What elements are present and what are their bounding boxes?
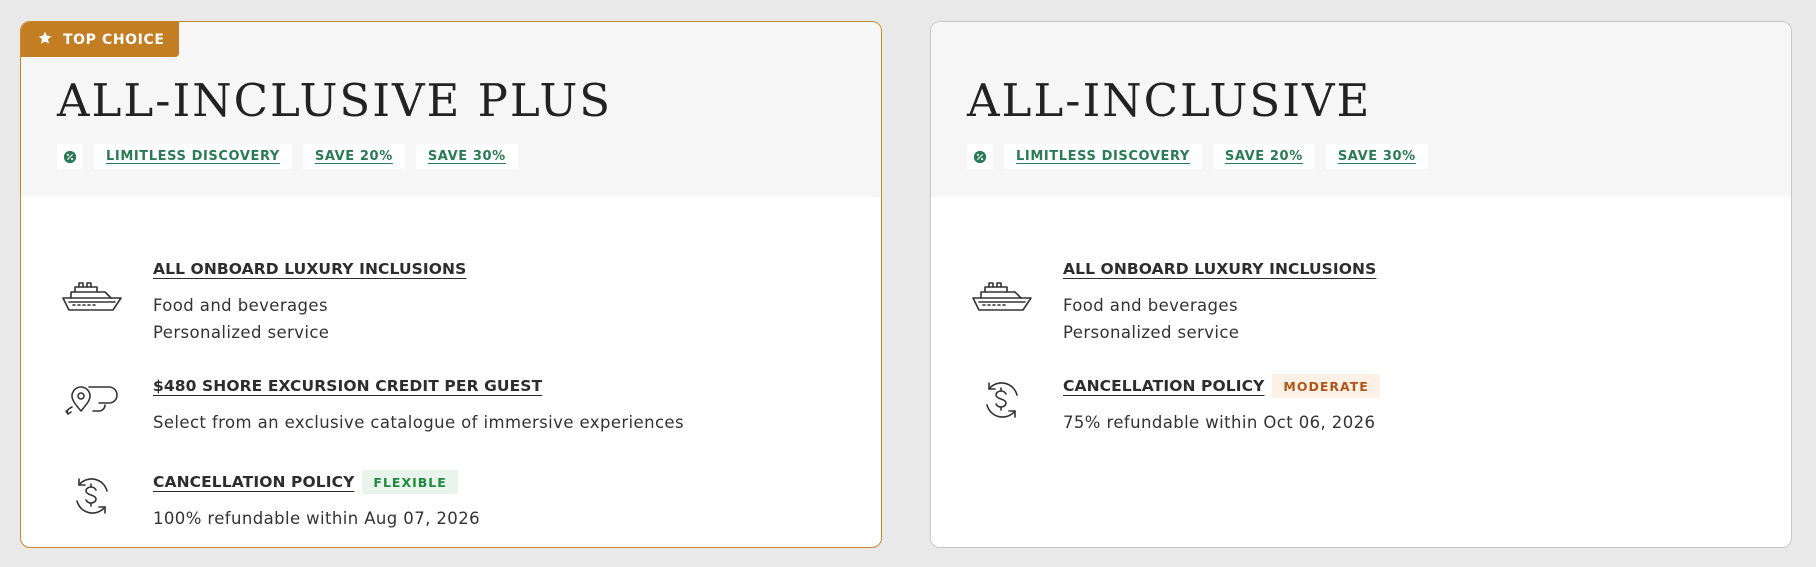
feature-heading[interactable]: ALL ONBOARD LUXURY INCLUSIONS xyxy=(1063,260,1376,278)
feature-description: Food and beverages Personalized service xyxy=(153,292,329,346)
tag-limitless-discovery[interactable]: LIMITLESS DISCOVERY xyxy=(94,144,292,169)
tag-save-20[interactable]: SAVE 20% xyxy=(1212,144,1315,169)
feature-description: Food and beverages Personalized service xyxy=(1063,292,1239,346)
feature-line: Select from an exclusive catalogue of im… xyxy=(153,413,684,432)
feature-heading-row: ALL ONBOARD LUXURY INCLUSIONS xyxy=(153,256,466,282)
promo-tag-icon xyxy=(967,144,993,169)
ship-icon xyxy=(59,272,125,318)
feature-description: 75% refundable within Oct 06, 2026 xyxy=(1063,409,1375,436)
feature-line: 75% refundable within Oct 06, 2026 xyxy=(1063,413,1376,432)
tag-limitless-discovery[interactable]: LIMITLESS DISCOVERY xyxy=(1004,144,1202,169)
fare-card-all-inclusive[interactable]: ALL-INCLUSIVE LIMITLESS DISCOVERY SAVE 2… xyxy=(930,21,1792,548)
feature-line: Personalized service xyxy=(1063,323,1240,342)
feature-heading-row: ALL ONBOARD LUXURY INCLUSIONS xyxy=(1063,256,1376,282)
feature-description: 100% refundable within Aug 07, 2026 xyxy=(153,505,480,532)
percent-badge-icon xyxy=(973,150,987,163)
refund-dollar-icon xyxy=(59,473,125,519)
promo-tags: LIMITLESS DISCOVERY SAVE 20% SAVE 30% xyxy=(967,144,1428,169)
policy-flexible-badge: FLEXIBLE xyxy=(362,470,458,494)
feature-heading[interactable]: CANCELLATION POLICY xyxy=(1063,377,1264,395)
feature-line: Personalized service xyxy=(153,323,330,342)
feature-line: Food and beverages xyxy=(153,296,328,315)
feature-heading[interactable]: CANCELLATION POLICY xyxy=(153,473,354,491)
percent-badge-icon xyxy=(63,150,77,163)
tag-save-30[interactable]: SAVE 30% xyxy=(1325,144,1428,169)
fare-card-all-inclusive-plus[interactable]: TOP CHOICE ALL-INCLUSIVE PLUS LIMITLESS … xyxy=(20,21,882,548)
star-icon xyxy=(37,30,53,50)
excursion-route-icon xyxy=(59,377,125,423)
feature-heading-row: CANCELLATION POLICY MODERATE xyxy=(1063,373,1380,399)
ship-icon xyxy=(969,272,1035,318)
feature-description: Select from an exclusive catalogue of im… xyxy=(153,409,684,436)
feature-heading[interactable]: $480 SHORE EXCURSION CREDIT PER GUEST xyxy=(153,377,542,395)
fare-title: ALL-INCLUSIVE xyxy=(967,74,1372,127)
feature-line: Food and beverages xyxy=(1063,296,1238,315)
tag-save-20[interactable]: SAVE 20% xyxy=(302,144,405,169)
fare-title: ALL-INCLUSIVE PLUS xyxy=(57,74,613,127)
fare-card-header: ALL-INCLUSIVE LIMITLESS DISCOVERY SAVE 2… xyxy=(931,22,1791,197)
promo-tags: LIMITLESS DISCOVERY SAVE 20% SAVE 30% xyxy=(57,144,518,169)
promo-tag-icon xyxy=(57,144,83,169)
badge-label: TOP CHOICE xyxy=(63,31,165,48)
top-choice-badge: TOP CHOICE xyxy=(21,22,179,57)
tag-save-30[interactable]: SAVE 30% xyxy=(415,144,518,169)
feature-heading-row: CANCELLATION POLICY FLEXIBLE xyxy=(153,469,458,495)
fare-card-header: TOP CHOICE ALL-INCLUSIVE PLUS LIMITLESS … xyxy=(21,22,881,197)
feature-line: 100% refundable within Aug 07, 2026 xyxy=(153,509,480,528)
feature-heading-row: $480 SHORE EXCURSION CREDIT PER GUEST xyxy=(153,373,542,399)
feature-heading[interactable]: ALL ONBOARD LUXURY INCLUSIONS xyxy=(153,260,466,278)
refund-dollar-icon xyxy=(969,377,1035,423)
policy-moderate-badge: MODERATE xyxy=(1272,374,1380,398)
